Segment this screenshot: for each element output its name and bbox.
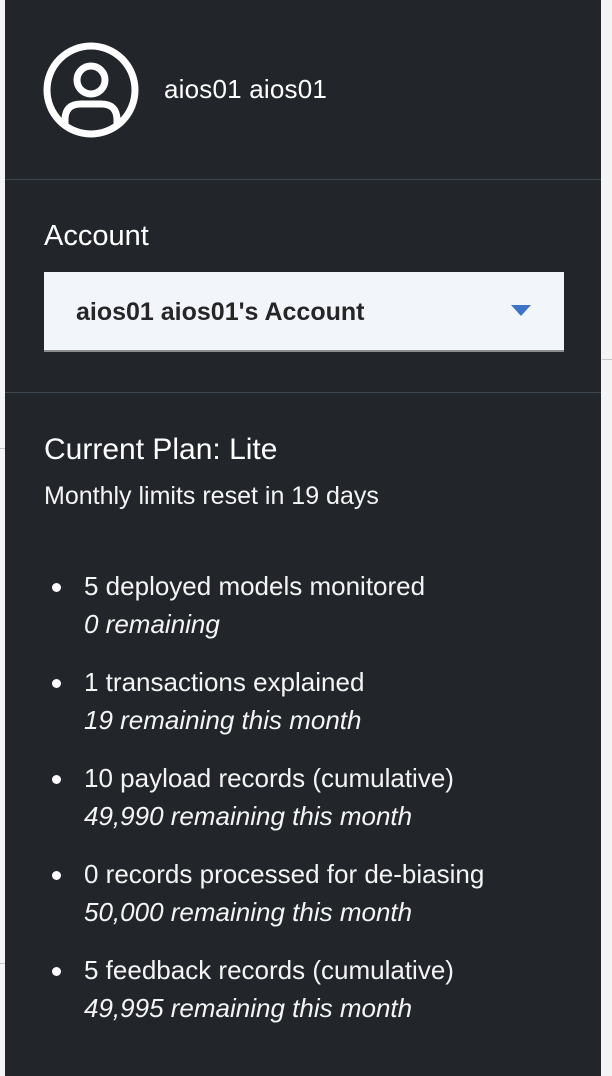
bullet-icon [52, 967, 61, 976]
account-panel: aios01 aios01 Account aios01 aios01's Ac… [5, 0, 601, 1076]
account-label: Account [44, 220, 149, 252]
limit-usage: 5 deployed models monitored [84, 571, 426, 601]
background-divider [602, 359, 612, 360]
user-avatar-icon [43, 42, 139, 138]
limit-usage: 0 records processed for de-biasing [84, 859, 485, 889]
bullet-icon [52, 679, 61, 688]
bullet-icon [52, 583, 61, 592]
chevron-down-icon [511, 305, 531, 316]
limit-remaining: 0 remaining [84, 609, 220, 639]
bullet-icon [52, 775, 61, 784]
limit-usage: 5 feedback records (cumulative) [84, 955, 454, 985]
limit-usage: 10 payload records (cumulative) [84, 763, 454, 793]
account-section: Account aios01 aios01's Account [5, 180, 601, 393]
plan-title: Current Plan: Lite [44, 433, 278, 466]
limit-remaining: 50,000 remaining this month [84, 897, 413, 927]
limit-remaining: 19 remaining this month [84, 705, 362, 735]
plan-reset-text: Monthly limits reset in 19 days [44, 482, 379, 510]
account-dropdown[interactable]: aios01 aios01's Account [44, 272, 564, 352]
account-dropdown-value: aios01 aios01's Account [76, 298, 365, 326]
bullet-icon [52, 871, 61, 880]
limit-remaining: 49,990 remaining this month [84, 801, 413, 831]
limit-usage: 1 transactions explained [84, 667, 365, 697]
user-header: aios01 aios01 [5, 0, 601, 180]
user-name: aios01 aios01 [164, 74, 328, 104]
limit-remaining: 49,995 remaining this month [84, 993, 413, 1023]
